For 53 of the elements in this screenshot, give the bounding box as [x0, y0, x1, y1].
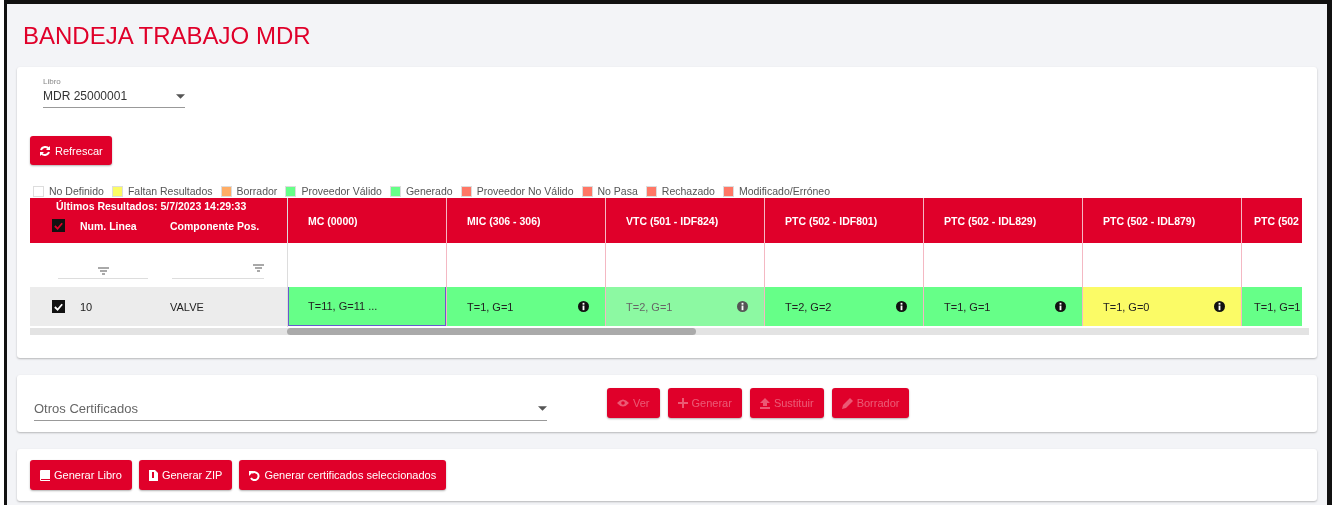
libro-select[interactable]: Libro MDR 25000001 [43, 77, 185, 108]
legend-label: Faltan Resultados [127, 185, 213, 197]
book-icon [40, 469, 50, 481]
horizontal-scrollbar[interactable] [30, 328, 1309, 335]
info-icon[interactable] [578, 301, 589, 312]
upload-icon [759, 397, 770, 409]
column-header[interactable]: PTC (502 - IDL879) [1083, 198, 1241, 243]
caret-icon [538, 406, 547, 411]
generate-zip-button[interactable]: Generar ZIP [138, 460, 233, 490]
last-results-label: Últimos Resultados: 5/7/2023 14:29:33 [56, 200, 248, 212]
generate-book-button[interactable]: Generar Libro [30, 460, 132, 490]
column-header[interactable]: MIC (306 - 306) [447, 198, 605, 243]
result-cell[interactable]: T=1, G=1 [1242, 287, 1303, 326]
select-all-checkbox[interactable] [52, 219, 65, 232]
legend-label: Proveedor No Válido [476, 185, 574, 197]
table-cell-text: 10 [80, 300, 94, 313]
info-icon[interactable] [737, 301, 748, 312]
result-cell[interactable]: T=2, G=2 [765, 287, 923, 326]
caret-icon [176, 93, 185, 99]
refresh-button[interactable]: Refrescar [30, 136, 112, 165]
column-header[interactable]: Num. Linea [80, 219, 170, 232]
column-header[interactable]: VTC (501 - IDF824) [606, 198, 764, 243]
column-header[interactable]: PTC (502 - IDF801) [765, 198, 923, 243]
result-cell[interactable]: T=1, G=1 [447, 287, 605, 326]
column-header[interactable]: MC (0000) [288, 198, 446, 243]
result-cell[interactable]: T=1, G=0 [1083, 287, 1241, 326]
legend-label: No Pasa [597, 185, 638, 197]
column-header[interactable]: PTC (502 - IDL829) [924, 198, 1082, 243]
legend-label: Proveedor Válido [301, 185, 382, 197]
legend-label: Modificado/Erróneo [738, 185, 830, 197]
file-icon [148, 469, 158, 481]
eye-icon [617, 398, 629, 408]
legend-label: Rechazado [661, 185, 715, 197]
legend-label: No Definido [49, 185, 104, 197]
legend-label: Borrador [236, 185, 278, 197]
otros-certificados-select[interactable]: Otros Certificados [34, 401, 547, 421]
refresh-icon [39, 144, 51, 157]
info-icon[interactable] [896, 301, 907, 312]
plus-icon [677, 398, 688, 408]
result-cell[interactable]: T=11, G=11 ... [288, 287, 446, 326]
result-cell[interactable]: T=2, G=1 [606, 287, 764, 326]
column-header[interactable]: PTC (502 [1242, 198, 1303, 243]
table-cell: VALVE [170, 300, 204, 313]
row-checkbox[interactable] [52, 300, 65, 313]
legend-label: Generado [405, 185, 453, 197]
pen-icon [841, 397, 853, 409]
result-cell[interactable]: T=1, G=1 [924, 287, 1082, 326]
page-title: BANDEJA TRABAJO MDR [22, 20, 312, 51]
info-icon[interactable] [1214, 301, 1225, 312]
info-icon[interactable] [1055, 301, 1066, 312]
column-header[interactable]: Componente Pos. [170, 219, 260, 232]
generate-certificates-button[interactable]: Generar certificados seleccionados [239, 460, 447, 490]
undo-icon [249, 469, 261, 481]
